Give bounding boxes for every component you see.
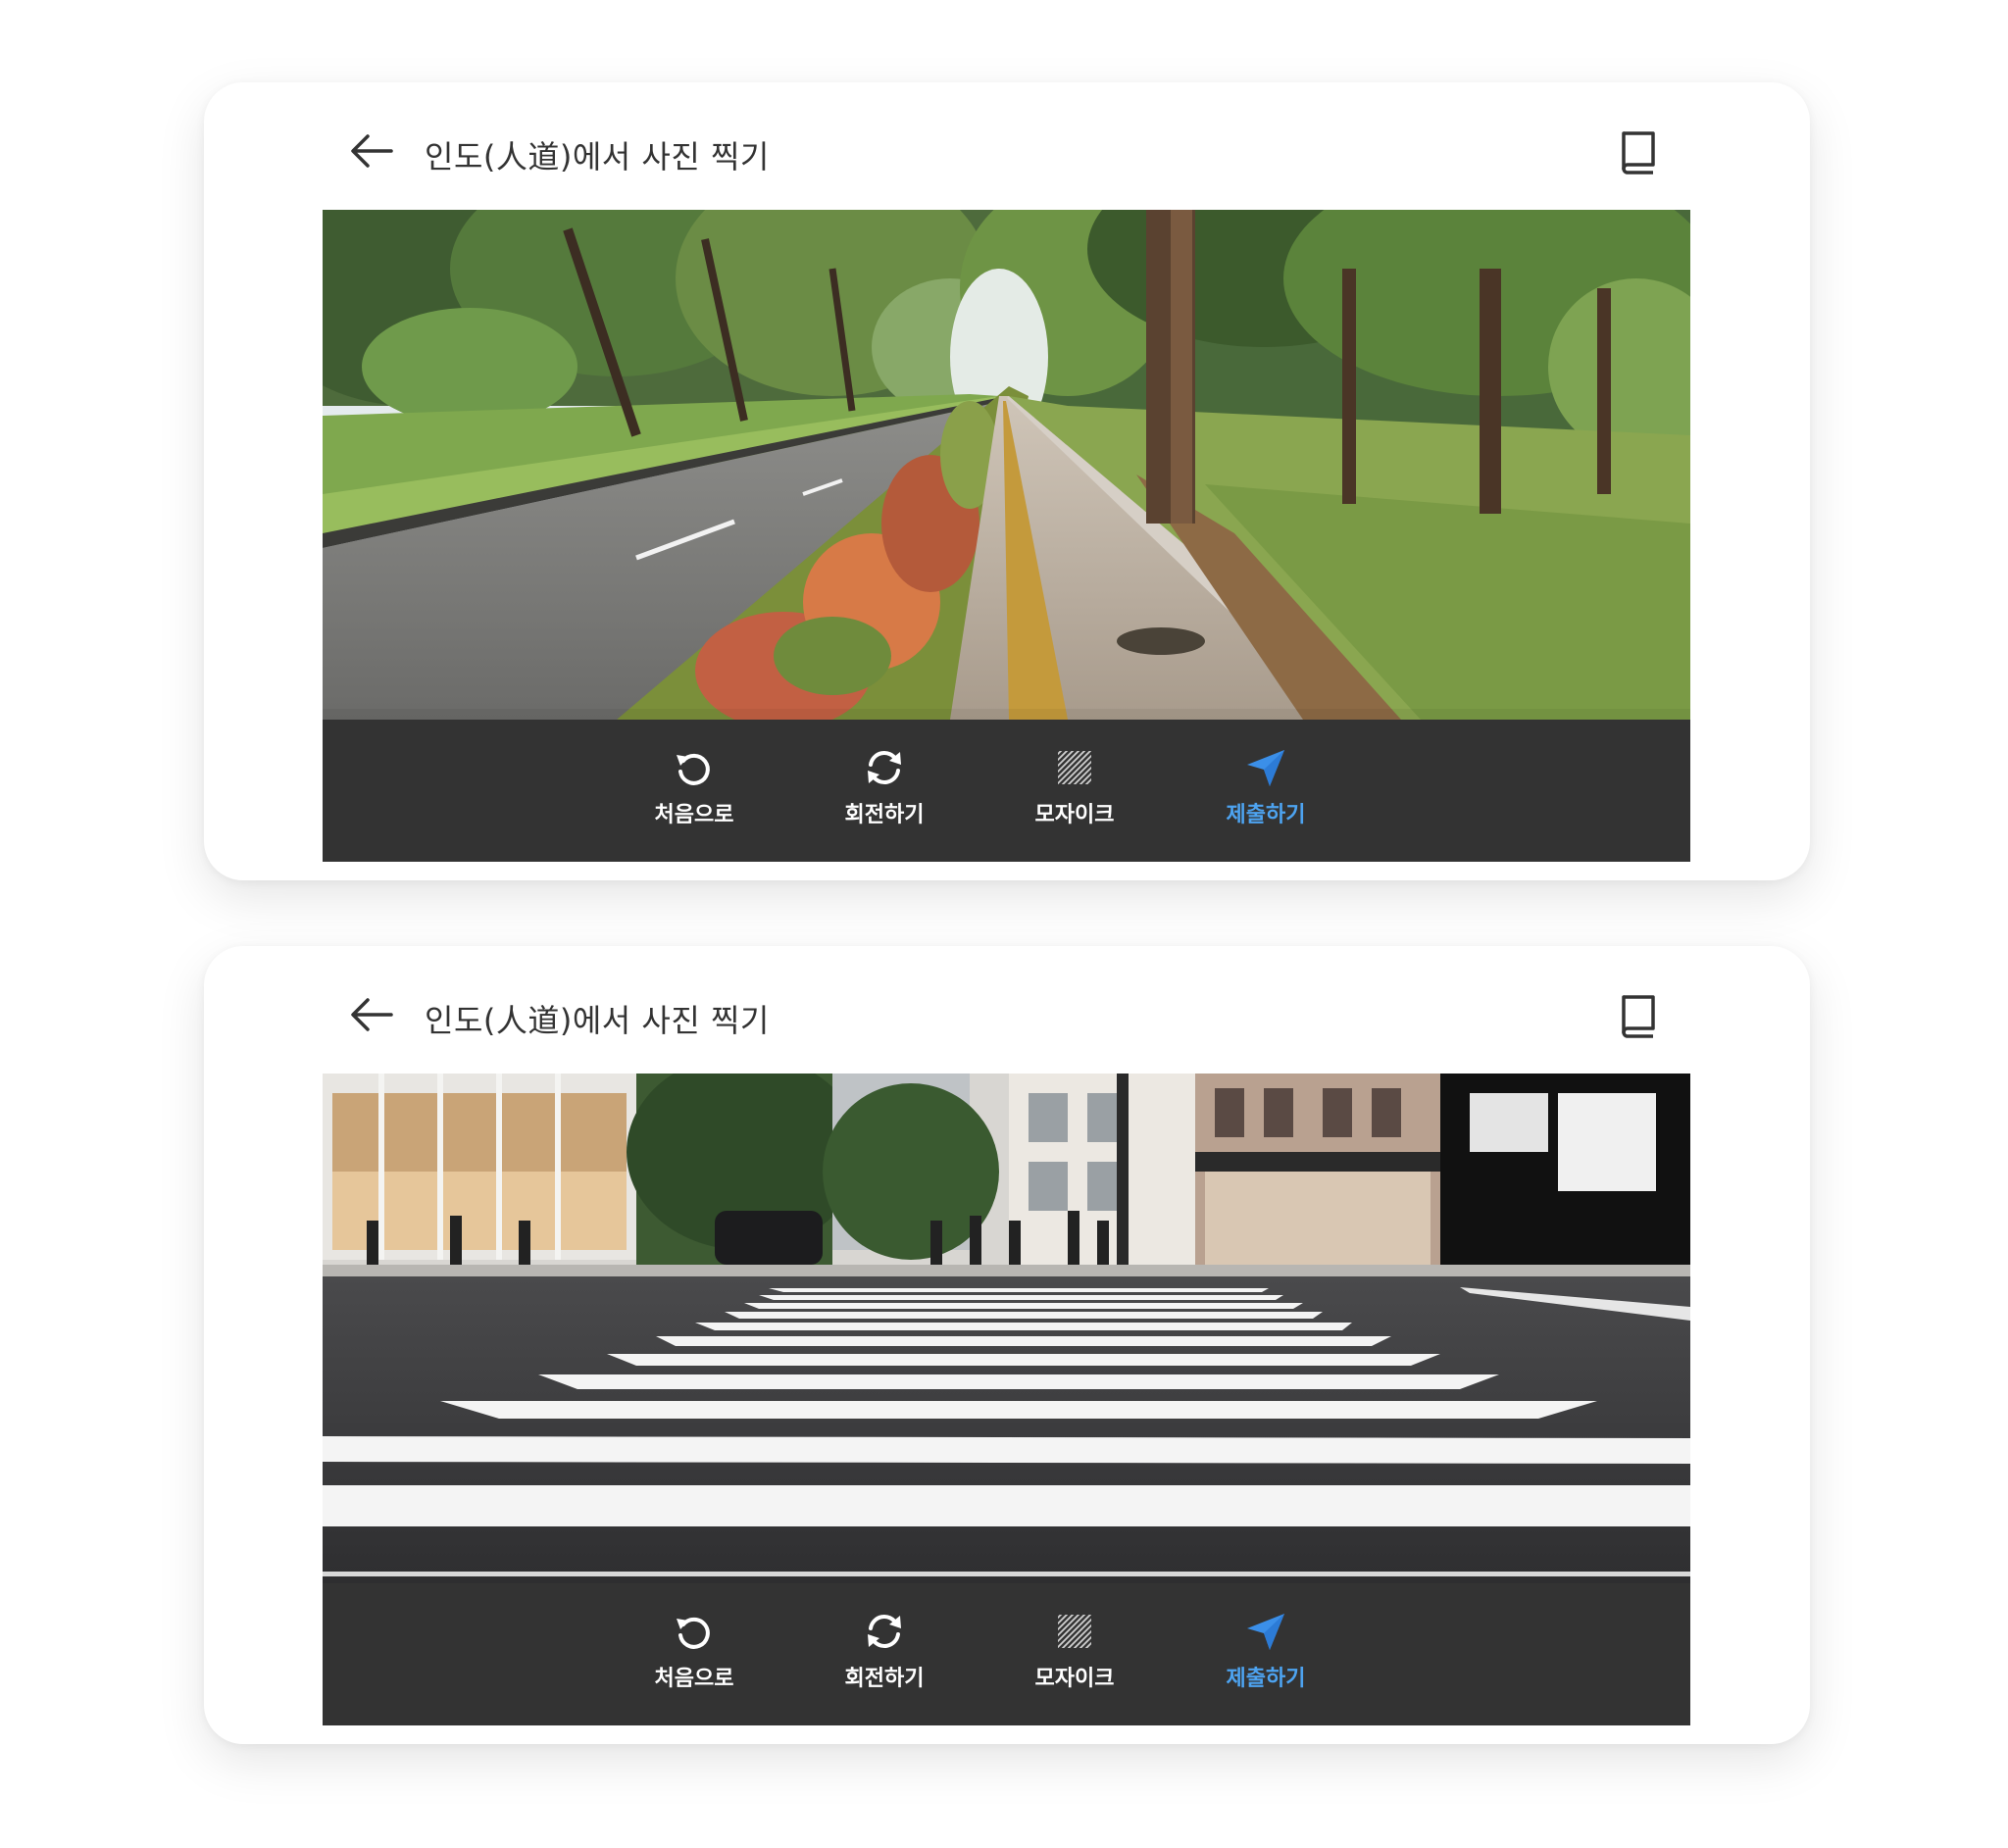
rotate-button[interactable]: 회전하기 <box>811 1609 958 1707</box>
arrow-left-icon <box>346 989 397 1040</box>
rotate-label: 회전하기 <box>844 1667 925 1691</box>
mosaic-icon <box>1052 1609 1097 1654</box>
submit-button[interactable]: 제출하기 <box>1192 745 1339 843</box>
submit-button[interactable]: 제출하기 <box>1192 1609 1339 1707</box>
undo-icon <box>672 1609 717 1654</box>
page-title: 인도(人道)에서 사진 찍기 <box>425 1002 770 1039</box>
send-icon <box>1243 1609 1288 1654</box>
sidewalk-photo <box>323 210 1690 720</box>
guide-button[interactable] <box>1614 989 1663 1040</box>
reset-button[interactable]: 처음으로 <box>621 1609 768 1707</box>
photo-editor-card-crosswalk: 인도(人道)에서 사진 찍기 처음으로 회전하기 모자이크 제출하기 <box>204 946 1810 1744</box>
mosaic-label: 모자이크 <box>1034 1667 1115 1691</box>
header: 인도(人道)에서 사진 찍기 <box>204 946 1810 1074</box>
submit-label: 제출하기 <box>1226 803 1306 827</box>
page-title: 인도(人道)에서 사진 찍기 <box>425 138 770 175</box>
book-icon <box>1614 989 1663 1040</box>
undo-icon <box>672 745 717 790</box>
reset-label: 처음으로 <box>654 1667 734 1691</box>
mosaic-label: 모자이크 <box>1034 803 1115 827</box>
send-icon <box>1243 745 1288 790</box>
guide-button[interactable] <box>1614 125 1663 176</box>
edit-toolbar: 처음으로 회전하기 모자이크 제출하기 <box>323 1583 1690 1725</box>
mosaic-icon <box>1052 745 1097 790</box>
rotate-button[interactable]: 회전하기 <box>811 745 958 843</box>
mosaic-button[interactable]: 모자이크 <box>1001 745 1148 843</box>
reset-label: 처음으로 <box>654 803 734 827</box>
crosswalk-photo <box>323 1074 1690 1583</box>
book-icon <box>1614 125 1663 176</box>
rotate-label: 회전하기 <box>844 803 925 827</box>
reset-button[interactable]: 처음으로 <box>621 745 768 843</box>
rotate-icon <box>862 745 907 790</box>
submit-label: 제출하기 <box>1226 1667 1306 1691</box>
arrow-left-icon <box>346 125 397 176</box>
edit-toolbar: 처음으로 회전하기 모자이크 제출하기 <box>323 720 1690 862</box>
header: 인도(人道)에서 사진 찍기 <box>204 82 1810 210</box>
mosaic-button[interactable]: 모자이크 <box>1001 1609 1148 1707</box>
back-button[interactable] <box>346 989 397 1040</box>
back-button[interactable] <box>346 125 397 176</box>
rotate-icon <box>862 1609 907 1654</box>
photo-editor-card-sidewalk: 인도(人道)에서 사진 찍기 처음으로 회전하기 모자이크 제출하기 <box>204 82 1810 880</box>
